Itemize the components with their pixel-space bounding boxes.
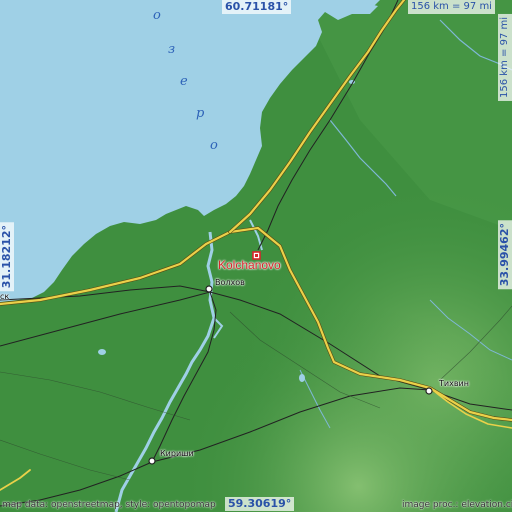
kirishi-label[interactable]: Кириши: [160, 449, 194, 458]
volkhov-label[interactable]: Волхов: [215, 278, 245, 287]
right-longitude: 33.99462°: [498, 220, 512, 290]
lake-letter-3: е: [180, 74, 188, 89]
kolchanovo-label[interactable]: Kolchanovo: [218, 258, 281, 272]
kolchanovo-marker-core: [255, 254, 258, 257]
tikhvin-label[interactable]: Тихвин: [439, 379, 469, 388]
volkhov-marker[interactable]: [205, 285, 213, 293]
lake-letter-1: о: [153, 8, 161, 23]
left-longitude: 31.18212°: [0, 222, 14, 292]
lake-letter-4: р: [196, 106, 205, 121]
edge-town-label: ск: [0, 292, 10, 301]
map-canvas: [0, 0, 512, 512]
pond-1: [98, 349, 106, 355]
image-credit: image proc.: elevation.city: [402, 500, 512, 510]
scale-top: 156 km = 97 mi: [408, 0, 495, 14]
top-latitude: 60.71181°: [222, 0, 292, 14]
tikhvin-marker[interactable]: [425, 387, 433, 395]
lake-letter-2: з: [168, 42, 176, 57]
scale-right: 156 km = 97 mi: [498, 14, 512, 101]
lake-letter-5: о: [210, 138, 218, 153]
bottom-latitude: 59.30619°: [225, 497, 295, 511]
pond-2: [299, 374, 305, 382]
map-credit: map data: openstreetmap, style: opentopo…: [2, 500, 216, 510]
kirishi-marker[interactable]: [148, 457, 156, 465]
map-viewport[interactable]: о з е р о Kolchanovo Волхов Тихвин Кириш…: [0, 0, 512, 512]
